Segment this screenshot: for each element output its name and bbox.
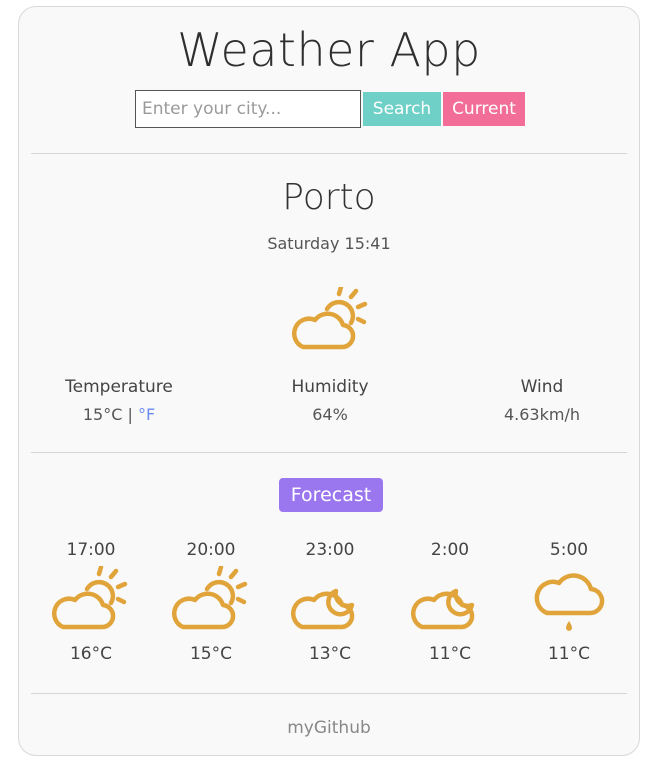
sun-behind-cloud-icon: [52, 566, 128, 630]
drizzle-cloud-icon: [534, 573, 605, 631]
moon-behind-cloud-icon: [411, 588, 475, 630]
forecast-item: 23:00 13°C: [275, 540, 385, 664]
forecast-title: Forecast: [279, 478, 383, 512]
fahrenheit-link[interactable]: °F: [138, 405, 155, 424]
temperature-value-row: 15°C | °F: [29, 405, 209, 424]
forecast-time: 23:00: [305, 540, 355, 560]
search-button[interactable]: Search: [363, 92, 441, 126]
search-form: Search Current: [135, 90, 525, 128]
forecast-temp: 13°C: [308, 644, 351, 664]
forecast-time: 20:00: [186, 540, 236, 560]
weather-card: Weather App Search Current Porto Saturda…: [18, 6, 640, 756]
forecast-time: 17:00: [66, 540, 116, 560]
humidity-value: 64%: [312, 405, 348, 424]
moon-behind-cloud-icon: [291, 588, 355, 630]
forecast-time: 5:00: [549, 540, 589, 560]
sun-behind-cloud-icon: [172, 566, 248, 630]
forecast-item: 5:00 11°C: [514, 540, 624, 664]
forecast-temp: 16°C: [69, 644, 112, 664]
wind-value: 4.63km/h: [503, 405, 580, 424]
current-datetime: Saturday 15:41: [267, 234, 391, 253]
divider: [31, 452, 627, 453]
humidity-stat: Humidity 64%: [240, 377, 420, 424]
forecast-item: 20:00 15°C: [156, 540, 266, 664]
divider: [31, 693, 627, 694]
github-link[interactable]: myGithub: [19, 718, 639, 738]
temperature-stat: Temperature 15°C | °F: [29, 377, 209, 424]
unit-separator: |: [122, 405, 138, 424]
current-location-button[interactable]: Current: [443, 92, 525, 126]
humidity-label: Humidity: [291, 377, 369, 397]
wind-stat: Wind 4.63km/h: [452, 377, 632, 424]
forecast-time: 2:00: [430, 540, 470, 560]
forecast-temp: 15°C: [189, 644, 232, 664]
app-title: Weather App: [177, 23, 481, 77]
divider: [31, 153, 627, 154]
forecast-temp: 11°C: [547, 644, 590, 664]
sun-behind-cloud-icon: [292, 287, 368, 350]
temperature-value: 15°C: [82, 405, 123, 424]
wind-label: Wind: [520, 377, 564, 397]
city-search-input[interactable]: [135, 90, 361, 128]
forecast-temp: 11°C: [428, 644, 471, 664]
forecast-item: 2:00 11°C: [395, 540, 505, 664]
temperature-label: Temperature: [65, 377, 173, 397]
forecast-item: 17:00 16°C: [36, 540, 146, 664]
city-name: Porto: [282, 177, 376, 218]
